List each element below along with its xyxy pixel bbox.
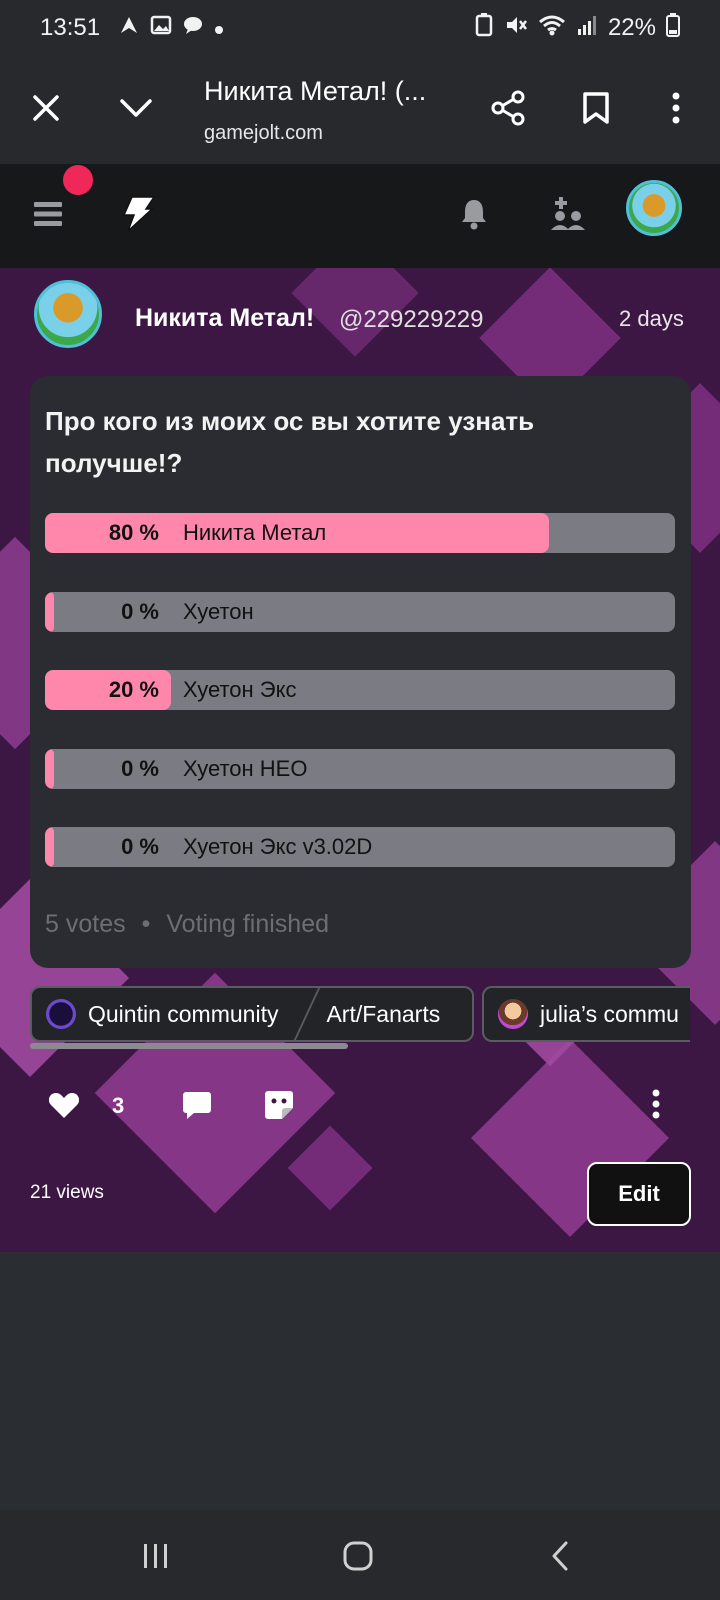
recent-apps-button[interactable] — [126, 1530, 186, 1582]
bookmark-icon — [583, 92, 609, 124]
poll-option-label: Хуетон — [183, 599, 254, 624]
sticker-button[interactable] — [262, 1088, 296, 1122]
heart-icon — [48, 1093, 80, 1118]
page-title: Никита Метал! (... — [204, 76, 427, 106]
poll-option-label: Хуетон Экс v3.02D — [183, 834, 373, 859]
community-avatar-icon — [46, 999, 76, 1029]
browser-toolbar: Никита Метал! (... gamejolt.com — [0, 56, 720, 164]
edit-button[interactable]: Edit — [587, 1162, 691, 1226]
page-url: gamejolt.com — [204, 122, 323, 144]
poll-option-label: Хуетон Экс — [183, 677, 297, 702]
gallery-icon — [150, 14, 172, 43]
status-notification-icons — [118, 14, 224, 43]
system-navigation-bar — [0, 1510, 720, 1600]
share-button[interactable] — [480, 80, 536, 136]
status-time: 13:51 — [40, 14, 101, 41]
poll-option: 0 % Хуетон — [45, 592, 675, 632]
more-vertical-icon — [672, 92, 680, 124]
menu-notification-dot — [63, 165, 93, 195]
community-name: Quintin community — [88, 1000, 279, 1027]
back-button[interactable] — [530, 1530, 590, 1582]
post-more-button[interactable] — [646, 1086, 666, 1122]
friend-requests-button[interactable] — [546, 192, 590, 236]
poll-option: 80 % Никита Метал — [45, 513, 675, 553]
navigation-app-icon — [118, 14, 140, 43]
comment-icon — [183, 1092, 211, 1119]
close-icon — [33, 95, 59, 121]
minimize-tab-button[interactable] — [108, 80, 164, 136]
post-time[interactable]: 2 days — [619, 306, 684, 332]
wifi-icon — [538, 14, 566, 43]
browser-menu-button[interactable] — [648, 80, 704, 136]
community-chip[interactable]: Quintin community Art/Fanarts — [30, 986, 474, 1042]
bell-icon — [462, 200, 486, 230]
community-name: julia’s commu — [540, 1000, 679, 1027]
share-icon — [491, 90, 525, 126]
community-channel: Art/Fanarts — [326, 1000, 441, 1027]
recent-apps-icon — [144, 1544, 167, 1568]
author-handle[interactable]: @229229229 — [339, 306, 484, 334]
add-friends-icon — [551, 197, 585, 230]
poll-option-label: Хуетон НЕО — [183, 756, 308, 781]
community-chip[interactable]: julia’s commu — [482, 986, 690, 1042]
signal-icon — [576, 14, 598, 43]
view-count: 21 views — [30, 1182, 104, 1203]
main-menu-button[interactable] — [28, 194, 68, 234]
empty-content-area — [0, 1252, 720, 1510]
poll-option-percent: 80 % — [108, 520, 159, 545]
home-button[interactable] — [328, 1530, 388, 1582]
poll-meta: 5 votes • Voting finished — [45, 910, 329, 939]
comment-button[interactable] — [180, 1088, 214, 1122]
battery-percent: 22% — [607, 14, 656, 41]
like-count[interactable]: 3 — [112, 1093, 124, 1119]
poll-option-percent: 0 % — [121, 834, 159, 859]
separator-dot: • — [141, 910, 151, 938]
status-system-icons: 22% — [474, 12, 680, 44]
user-avatar-button[interactable] — [626, 180, 682, 236]
chat-icon — [182, 14, 204, 43]
chips-scrollbar[interactable] — [30, 1043, 348, 1049]
status-bar: 13:51 22% — [0, 0, 720, 56]
notifications-button[interactable] — [452, 192, 496, 236]
poll-option-percent: 20 % — [108, 677, 159, 702]
more-notifications-dot-icon — [214, 14, 224, 42]
hamburger-menu-icon — [34, 202, 62, 226]
poll-option-percent: 0 % — [121, 756, 159, 781]
gamejolt-logo-icon — [122, 196, 156, 232]
chip-divider — [293, 988, 322, 1040]
chevron-down-icon — [120, 99, 152, 117]
bookmark-button[interactable] — [568, 80, 624, 136]
home-icon — [343, 1541, 373, 1571]
battery-saver-icon — [474, 12, 494, 44]
mute-icon — [504, 13, 528, 44]
like-button[interactable] — [46, 1088, 82, 1122]
poll-option: 20 % Хуетон Экс — [45, 670, 675, 710]
poll-votes: 5 votes — [45, 910, 126, 938]
bg-decoration — [287, 1125, 373, 1211]
poll-option: 0 % Хуетон Экс v3.02D — [45, 827, 675, 867]
poll-question: Про кого из моих ос вы хотите узнать пол… — [45, 406, 535, 478]
back-chevron-icon — [552, 1541, 568, 1571]
author-avatar[interactable] — [34, 280, 102, 348]
sticker-icon — [265, 1091, 293, 1119]
battery-icon — [666, 12, 680, 44]
app-header — [0, 164, 720, 268]
poll-option-label: Никита Метал — [183, 520, 327, 545]
poll-option: 0 % Хуетон НЕО — [45, 749, 675, 789]
poll-status: Voting finished — [166, 910, 329, 938]
community-avatar-icon — [498, 999, 528, 1029]
more-vertical-icon — [652, 1089, 660, 1119]
close-tab-button[interactable] — [18, 80, 74, 136]
author-name[interactable]: Никита Метал! — [135, 304, 314, 333]
poll-option-percent: 0 % — [121, 599, 159, 624]
gamejolt-logo-button[interactable] — [116, 192, 160, 236]
